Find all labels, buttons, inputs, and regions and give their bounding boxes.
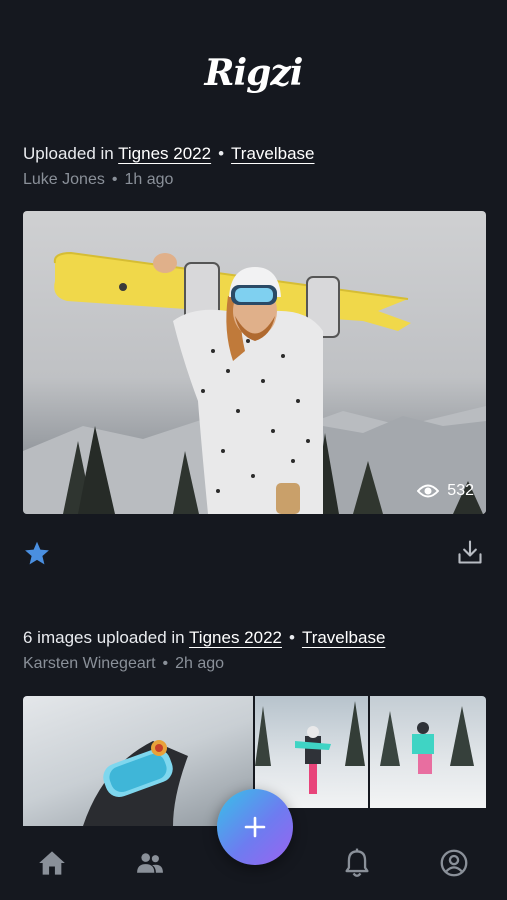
post-time: 1h ago xyxy=(124,171,174,188)
star-icon[interactable] xyxy=(23,540,51,567)
upload-prefix: 6 images uploaded in xyxy=(23,628,190,647)
eye-icon xyxy=(417,484,440,498)
separator-dot: • xyxy=(111,171,118,188)
grid-image[interactable] xyxy=(23,696,253,826)
bell-icon[interactable] xyxy=(344,848,370,878)
post-meta: Luke Jones • 1h ago xyxy=(23,171,315,189)
app-logo: Rigzi xyxy=(204,52,304,94)
grid-image[interactable] xyxy=(255,696,368,808)
album-link[interactable]: Tignes 2022 xyxy=(189,628,282,647)
snowboarder-photo xyxy=(255,701,365,794)
grid-image[interactable] xyxy=(370,696,486,808)
post-header: Uploaded in Tignes 2022 • Travelbase Luke … xyxy=(23,144,315,189)
post-title-line: 6 images uploaded in Tignes 2022 • Travelb… xyxy=(23,628,385,648)
goggles-photo xyxy=(83,740,188,826)
author-name[interactable]: Karsten Winegeart xyxy=(23,655,156,672)
home-icon[interactable] xyxy=(38,850,66,876)
people-icon[interactable] xyxy=(136,852,164,874)
plus-icon xyxy=(244,816,266,838)
post-title-line: Uploaded in Tignes 2022 • Travelbase xyxy=(23,144,315,164)
post-actions xyxy=(23,538,486,570)
upload-prefix: Uploaded in xyxy=(23,144,119,163)
add-button[interactable] xyxy=(217,789,293,865)
separator-dot: • xyxy=(162,655,169,672)
view-count: 532 xyxy=(417,482,474,500)
separator-dot: • xyxy=(288,628,295,647)
snowboarder-photo xyxy=(380,706,474,774)
album-link[interactable]: Tignes 2022 xyxy=(118,144,211,163)
snowboarder-photo xyxy=(23,251,486,514)
post-meta: Karsten Winegeart • 2h ago xyxy=(23,655,385,673)
separator-dot: • xyxy=(218,144,225,163)
profile-icon[interactable] xyxy=(440,849,468,877)
group-link[interactable]: Travelbase xyxy=(231,144,314,163)
post-header: 6 images uploaded in Tignes 2022 • Travelb… xyxy=(23,628,385,673)
view-count-value: 532 xyxy=(447,482,474,499)
post-time: 2h ago xyxy=(175,655,225,672)
author-name[interactable]: Luke Jones xyxy=(23,171,105,188)
post-photo[interactable]: 532 xyxy=(23,211,486,514)
download-icon[interactable] xyxy=(456,538,484,566)
group-link[interactable]: Travelbase xyxy=(302,628,385,647)
